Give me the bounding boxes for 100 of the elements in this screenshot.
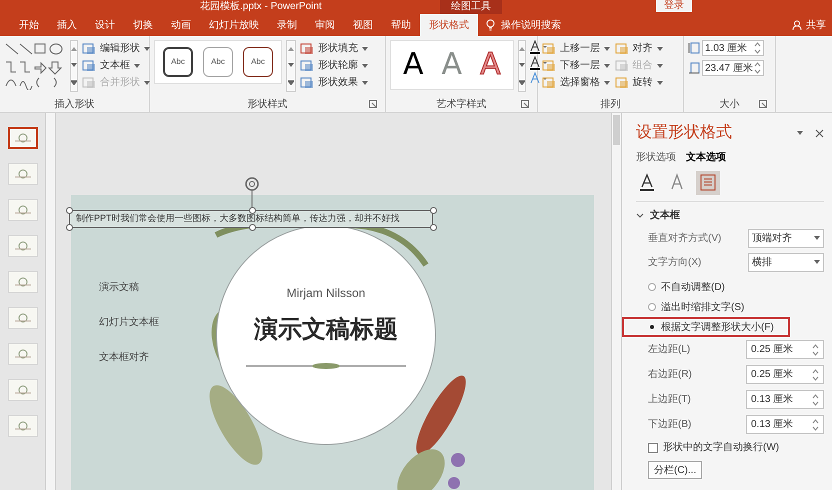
width-icon [688, 62, 700, 74]
command-icon [300, 60, 314, 72]
ribbon-tab[interactable]: 动画 [162, 14, 200, 36]
section-header[interactable]: 文本框 [636, 208, 824, 223]
dropdown[interactable]: 横排 [748, 252, 824, 272]
lightbulb-icon [486, 19, 495, 31]
size-field[interactable]: 1.03 厘米 [702, 40, 764, 56]
ribbon-command[interactable]: 编辑形状 [82, 40, 150, 57]
command-icon [300, 42, 314, 54]
ribbon-command[interactable]: 选择窗格 [542, 74, 606, 91]
spinner-arrows-icon[interactable] [812, 368, 819, 380]
spinner-arrows-icon[interactable] [754, 62, 761, 74]
resize-handle[interactable] [430, 224, 437, 231]
ribbon-tab[interactable]: 切换 [124, 14, 162, 36]
ribbon-command[interactable]: 上移一层 [542, 40, 606, 57]
autofit-radio[interactable]: 根据文字调整形状大小(F) [648, 320, 774, 334]
selected-text-box[interactable]: 制作PPT时我们常会使用一些图标，大多数图标结构简单，传达力强，却并不好找 [69, 210, 433, 228]
resize-handle[interactable] [249, 224, 256, 231]
group-label: 形状样式 [248, 98, 288, 112]
command-icon [82, 42, 96, 54]
group-label: 排列 [600, 98, 620, 112]
scroll-bar[interactable] [46, 113, 56, 490]
dialog-launcher-icon[interactable] [759, 100, 767, 108]
shape-style-preset[interactable]: Abc [203, 47, 233, 77]
text-outline-icon[interactable] [530, 56, 548, 70]
shape-style-preset[interactable]: Abc [163, 47, 193, 77]
text-box-content: 制作PPT时我们常会使用一些图标，大多数图标结构简单，传达力强，却并不好找 [76, 212, 400, 226]
group-label: 插入形状 [54, 98, 94, 112]
autofit-radio[interactable]: 溢出时缩排文字(S) [648, 300, 744, 314]
margin-field[interactable]: 0.13 厘米 [746, 390, 824, 409]
ribbon-tab[interactable]: 插入 [48, 14, 86, 36]
field-label: 垂直对齐方式(V) [648, 232, 722, 246]
ribbon-command[interactable]: 形状填充 [300, 40, 368, 57]
field-label: 上边距(T) [648, 392, 691, 407]
ribbon-command[interactable]: 形状效果 [300, 74, 368, 91]
pane-title: 设置形状格式 [636, 122, 732, 143]
margin-field[interactable]: 0.25 厘米 [746, 340, 824, 359]
caret-icon [604, 80, 610, 84]
ribbon-tab[interactable]: 帮助 [382, 14, 420, 36]
spinner-arrows-icon[interactable] [812, 394, 819, 406]
command-icon [614, 76, 628, 88]
resize-handle[interactable] [66, 207, 73, 214]
command-icon [300, 76, 314, 88]
dialog-launcher-icon[interactable] [521, 100, 529, 108]
shape-style-preset[interactable]: Abc [243, 47, 273, 77]
command-icon [82, 76, 96, 88]
gallery-scroll-bar[interactable] [286, 40, 296, 92]
ribbon-command[interactable]: 下移一层 [542, 57, 606, 74]
rotate-handle-icon[interactable] [244, 177, 260, 208]
size-field[interactable]: 23.47 厘米 [702, 60, 764, 76]
ribbon-command[interactable]: 形状轮廓 [300, 57, 368, 74]
margin-field[interactable]: 0.25 厘米 [746, 365, 824, 384]
pane-tab[interactable]: 文本选项 [686, 150, 726, 165]
resize-handle[interactable] [430, 207, 437, 214]
command-icon [614, 60, 628, 72]
margin-field[interactable]: 0.13 厘米 [746, 415, 824, 434]
ribbon-command[interactable]: 对齐 [614, 40, 679, 57]
ribbon-tab[interactable]: 视图 [344, 14, 382, 36]
ribbon-command[interactable]: 旋转 [614, 74, 679, 91]
caret-icon [656, 64, 662, 68]
gallery-scroll-bar[interactable] [70, 40, 78, 92]
caret-icon [362, 46, 368, 50]
caret-icon [134, 64, 140, 68]
text-fill-icon[interactable] [530, 40, 548, 54]
spinner-arrows-icon[interactable] [812, 418, 819, 430]
spinner-arrows-icon[interactable] [812, 344, 819, 356]
resize-handle[interactable] [249, 207, 256, 214]
wordart-preset[interactable]: A [403, 50, 424, 80]
close-icon[interactable] [815, 128, 824, 138]
share-button[interactable]: 共享 [792, 14, 826, 36]
field-label: 文字方向(X) [648, 256, 702, 270]
command-icon [82, 60, 96, 72]
ribbon-tab[interactable]: 审阅 [306, 14, 344, 36]
spinner-arrows-icon[interactable] [754, 42, 761, 54]
text-fill-icon [639, 173, 657, 193]
columns-button[interactable]: 分栏(C)... [648, 461, 702, 479]
wrap-checkbox[interactable]: 形状中的文字自动换行(W) [648, 440, 824, 455]
command-icon [542, 60, 556, 72]
slide-list-item: 幻灯片文本框 [99, 316, 159, 330]
pane-tab[interactable]: 形状选项 [636, 150, 676, 165]
dialog-launcher-icon[interactable] [369, 100, 377, 108]
scroll-bar[interactable] [611, 113, 622, 490]
field-label: 下边距(B) [648, 418, 692, 432]
ribbon-tab[interactable]: 录制 [268, 14, 306, 36]
tell-me-search[interactable]: 操作说明搜索 [486, 14, 561, 36]
author-name: Mirjam Nilsson [286, 285, 366, 302]
ribbon-tab[interactable]: 设计 [86, 14, 124, 36]
ribbon-tab[interactable]: 开始 [10, 14, 48, 36]
slide-title: 演示文稿标题 [254, 315, 398, 345]
resize-handle[interactable] [66, 224, 73, 231]
gallery-scroll-bar[interactable] [518, 40, 526, 92]
caret-icon [604, 46, 610, 50]
ribbon-command[interactable]: 文本框 [82, 57, 150, 74]
ribbon-tab[interactable]: 幻灯片放映 [200, 14, 268, 36]
ribbon-tab[interactable]: 形状格式 [420, 14, 478, 36]
dropdown[interactable]: 顶端对齐 [748, 228, 824, 248]
autofit-radio[interactable]: 不自动调整(D) [648, 280, 725, 294]
sign-in-button[interactable]: 登录 [656, 0, 692, 12]
slide-thumbnail[interactable] [8, 127, 38, 149]
slide-list-item: 演示文稿 [99, 280, 139, 295]
